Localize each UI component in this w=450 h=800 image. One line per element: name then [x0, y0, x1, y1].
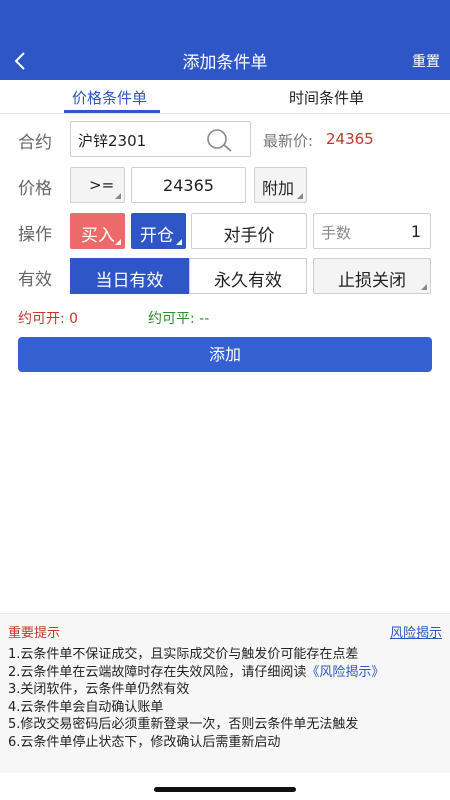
valid-forever-label: 永久有效 — [214, 271, 282, 291]
extra-button[interactable]: 附加 — [254, 167, 307, 203]
quantity-input[interactable]: 手数 1 — [313, 213, 431, 249]
search-icon[interactable] — [204, 127, 234, 153]
open-position-button[interactable]: 开仓 — [131, 213, 186, 249]
validity-label: 有效 — [18, 270, 52, 290]
can-close-amount: 约可平: -- — [148, 311, 210, 327]
notice-line: 1.云条件单不保证成交，且实际成交价与触发价可能存在点差 — [8, 647, 359, 662]
contract-value: 沪锌2301 — [78, 132, 147, 150]
open-label: 开仓 — [140, 226, 174, 246]
home-indicator — [154, 787, 296, 792]
reset-button[interactable]: 重置 — [412, 51, 440, 71]
buy-button[interactable]: 买入 — [70, 213, 125, 249]
quantity-value: 1 — [410, 222, 421, 241]
tab-time-condition[interactable]: 时间条件单 — [289, 87, 364, 108]
page-title: 添加条件单 — [182, 53, 268, 73]
price-value: 24365 — [163, 176, 214, 195]
quantity-label: 手数 — [321, 224, 352, 242]
latest-price-value: 24365 — [326, 130, 374, 148]
valid-today-label: 当日有效 — [95, 271, 164, 291]
can-open-amount: 约可开: 0 — [18, 311, 79, 327]
price-input[interactable]: 24365 — [131, 167, 246, 203]
notice-line: 4.云条件单会自动确认账单 — [8, 699, 164, 715]
important-notice: 重要提示 风险揭示 1.云条件单不保证成交，且实际成交价与触发价可能存在点差 2… — [0, 613, 450, 773]
notice-line-text: 2.云条件单在云端故障时存在失效风险，请仔细阅读 — [8, 664, 307, 680]
operator-select[interactable]: >= — [70, 167, 125, 203]
notice-list: 1.云条件单不保证成交，且实际成交价与触发价可能存在点差 2.云条件单在云端故障… — [8, 646, 444, 751]
notice-title: 重要提示 — [8, 626, 61, 641]
buy-label: 买入 — [81, 226, 115, 246]
risk-disclosure-link[interactable]: 风险揭示 — [390, 622, 442, 641]
valid-forever-option[interactable]: 永久有效 — [189, 258, 307, 294]
stoploss-close-select[interactable]: 止损关闭 — [313, 258, 431, 294]
action-label: 操作 — [18, 225, 52, 245]
latest-price-label: 最新价: — [263, 132, 314, 150]
valid-today-option[interactable]: 当日有效 — [70, 258, 189, 294]
contract-label: 合约 — [18, 133, 52, 153]
notice-line: 6.云条件单停止状态下，修改确认后需重新启动 — [8, 734, 281, 750]
counterparty-label: 对手价 — [223, 226, 275, 246]
notice-line: 3.关闭软件，云条件单仍然有效 — [8, 682, 190, 697]
tab-bar: 价格条件单 时间条件单 — [0, 80, 450, 114]
app-header: 添加条件单 重置 — [0, 0, 450, 80]
tab-price-condition[interactable]: 价格条件单 — [72, 87, 147, 108]
extra-label: 附加 — [262, 179, 295, 198]
price-label: 价格 — [18, 179, 52, 199]
counterparty-price-button[interactable]: 对手价 — [191, 213, 307, 249]
risk-disclosure-inline-link[interactable]: 《风险揭示》 — [306, 665, 384, 680]
stoploss-label: 止损关闭 — [338, 271, 406, 291]
notice-line: 5.修改交易密码后必须重新登录一次，否则云条件单无法触发 — [8, 717, 359, 732]
contract-input[interactable]: 沪锌2301 — [70, 121, 251, 157]
operator-value: >= — [89, 176, 115, 194]
notice-line: 2.云条件单在云端故障时存在失效风险，请仔细阅读《风险揭示》 — [8, 664, 444, 682]
add-button[interactable]: 添加 — [18, 337, 432, 372]
active-tab-indicator — [64, 110, 160, 113]
